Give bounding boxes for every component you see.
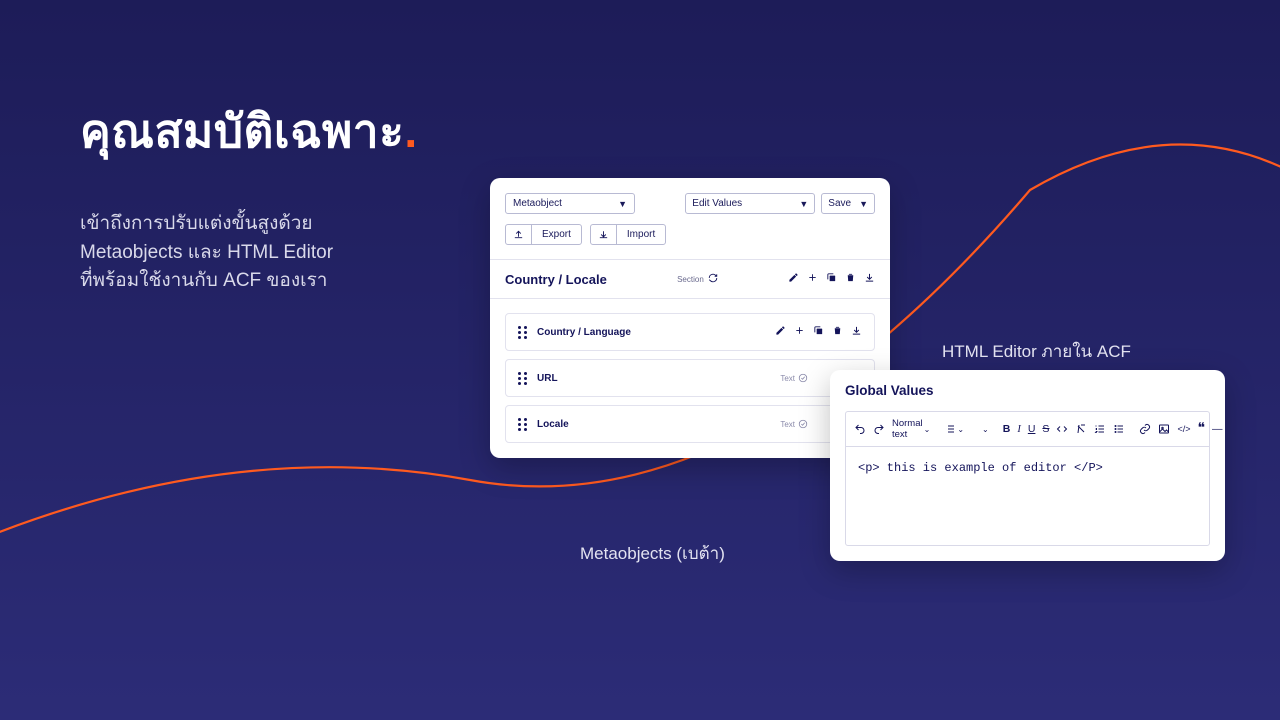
chevron-down-icon: ▼	[799, 199, 808, 209]
hr-icon[interactable]: —	[1212, 423, 1223, 435]
bold-icon[interactable]: B	[1003, 423, 1011, 435]
chevron-down-icon: ▼	[859, 199, 868, 209]
redo-icon[interactable]	[873, 423, 885, 435]
field-row: URL Text	[505, 359, 875, 397]
edit-icon[interactable]	[788, 270, 799, 288]
bullet-list-icon[interactable]	[1113, 423, 1125, 435]
copy-icon[interactable]	[813, 323, 824, 341]
drag-handle-icon[interactable]	[518, 325, 528, 339]
code-icon[interactable]	[1056, 423, 1068, 435]
clear-format-icon[interactable]	[1075, 423, 1087, 435]
editor-title: Global Values	[830, 370, 1225, 411]
drag-handle-icon[interactable]	[518, 371, 528, 385]
numbered-list-icon[interactable]	[1094, 423, 1106, 435]
page-subtitle: เข้าถึงการปรับแต่งขั้นสูงด้วย Metaobject…	[80, 210, 333, 296]
add-icon[interactable]	[807, 270, 818, 288]
metaobject-type-select[interactable]: Metaobject ▼	[505, 193, 635, 214]
editor-caption: HTML Editor ภายใน ACF	[942, 338, 1131, 365]
editor-toolbar: Normal text⌄ ⌄ ⌄ B I U S </> ❝ —	[845, 411, 1210, 446]
section-header: Country / Locale Section	[490, 259, 890, 299]
image-icon[interactable]	[1158, 423, 1170, 435]
save-button[interactable]: Save ▼	[821, 193, 875, 214]
refresh-icon[interactable]	[708, 273, 718, 285]
link-icon[interactable]	[1139, 423, 1151, 435]
download-icon[interactable]	[851, 323, 862, 341]
copy-icon[interactable]	[826, 270, 837, 288]
download-icon[interactable]	[864, 270, 875, 288]
drag-handle-icon[interactable]	[518, 417, 528, 431]
italic-icon[interactable]: I	[1017, 424, 1021, 435]
import-icon	[591, 225, 617, 244]
codeblock-icon[interactable]: </>	[1177, 424, 1190, 434]
field-type-badge: Text	[780, 373, 808, 383]
field-row: Locale Text	[505, 405, 875, 443]
field-type-badge: Text	[780, 419, 808, 429]
field-row: Country / Language	[505, 313, 875, 351]
text-style-select[interactable]: Normal text⌄	[892, 418, 930, 440]
page-headline: คุณสมบัติเฉพาะ.	[80, 95, 418, 168]
import-button[interactable]: Import	[590, 224, 666, 245]
edit-icon[interactable]	[775, 323, 786, 341]
metaobjects-caption: Metaobjects (เบต้า)	[580, 540, 725, 567]
export-icon	[506, 225, 532, 244]
html-editor-panel: Global Values Normal text⌄ ⌄ ⌄ B I U S <…	[830, 370, 1225, 561]
editor-content[interactable]: <p> this is example of editor </P>	[845, 446, 1210, 546]
quote-icon[interactable]: ❝	[1197, 425, 1205, 433]
strikethrough-icon[interactable]: S	[1042, 423, 1049, 435]
underline-icon[interactable]: U	[1028, 423, 1036, 435]
chevron-down-icon: ▼	[618, 199, 627, 209]
delete-icon[interactable]	[845, 270, 856, 288]
add-icon[interactable]	[794, 323, 805, 341]
list-icon[interactable]: ⌄	[944, 423, 964, 435]
export-button[interactable]: Export	[505, 224, 582, 245]
delete-icon[interactable]	[832, 323, 843, 341]
undo-icon[interactable]	[854, 423, 866, 435]
edit-values-button[interactable]: Edit Values ▼	[685, 193, 815, 214]
